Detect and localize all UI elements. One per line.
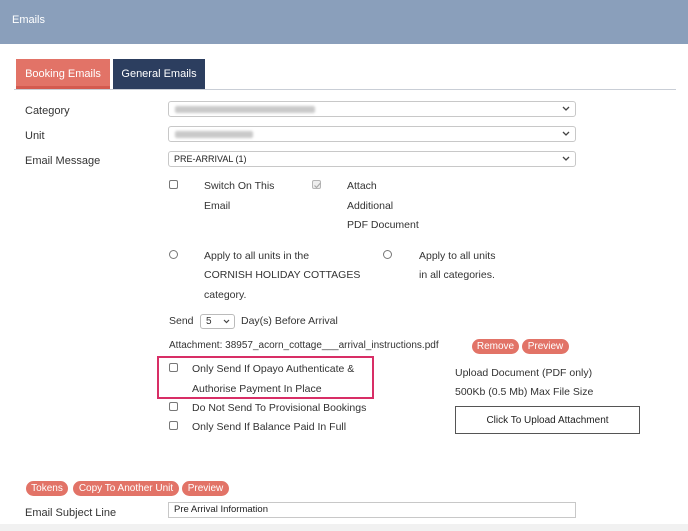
upload-title: Upload Document (PDF only) xyxy=(455,367,593,379)
tabs-divider xyxy=(14,89,676,90)
apply-category-label-2: CORNISH HOLIDAY COTTAGES xyxy=(204,269,361,281)
opayo-checkbox[interactable] xyxy=(169,363,178,372)
subject-value: Pre Arrival Information xyxy=(174,504,268,515)
bottom-divider xyxy=(0,524,688,531)
switch-on-checkbox[interactable] xyxy=(169,180,178,189)
balance-paid-checkbox[interactable] xyxy=(169,421,178,430)
category-select[interactable] xyxy=(168,101,576,117)
email-message-value: PRE-ARRIVAL (1) xyxy=(174,154,247,164)
opayo-label-2: Authorise Payment In Place xyxy=(192,383,322,395)
apply-category-label-3: category. xyxy=(204,289,247,301)
remove-attachment-button[interactable]: Remove xyxy=(472,339,519,354)
tab-general-emails[interactable]: General Emails xyxy=(113,59,205,89)
blurred-value xyxy=(175,131,253,138)
switch-on-label-2: Email xyxy=(204,200,231,212)
apply-all-radio[interactable] xyxy=(383,250,392,259)
apply-all-label-2: in all categories. xyxy=(419,269,495,281)
email-message-label: Email Message xyxy=(25,155,101,167)
no-provisional-label: Do Not Send To Provisional Bookings xyxy=(192,402,367,414)
balance-paid-label: Only Send If Balance Paid In Full xyxy=(192,421,347,433)
tokens-button[interactable]: Tokens xyxy=(26,481,68,496)
category-label: Category xyxy=(25,105,70,117)
attachment-filename: Attachment: 38957_acorn_cottage___arriva… xyxy=(169,340,439,351)
tab-booking-emails[interactable]: Booking Emails xyxy=(16,59,110,89)
apply-category-label-1: Apply to all units in the xyxy=(204,250,310,262)
apply-category-radio[interactable] xyxy=(169,250,178,259)
chevron-down-icon xyxy=(562,131,570,136)
upload-max-size: 500Kb (0.5 Mb) Max File Size xyxy=(455,386,594,398)
attach-label-1: Attach xyxy=(347,180,377,192)
check-icon xyxy=(314,182,321,189)
switch-on-label-1: Switch On This xyxy=(204,180,275,192)
opayo-label-1: Only Send If Opayo Authenticate & xyxy=(192,363,355,375)
send-days-select[interactable]: 5 xyxy=(200,314,235,329)
attach-label-3: PDF Document xyxy=(347,219,419,231)
chevron-down-icon xyxy=(562,156,570,161)
preview-email-button[interactable]: Preview xyxy=(182,481,229,496)
blurred-value xyxy=(175,106,315,113)
subject-input[interactable]: Pre Arrival Information xyxy=(168,502,576,518)
days-before-label: Day(s) Before Arrival xyxy=(241,315,338,327)
preview-attachment-button[interactable]: Preview xyxy=(522,339,569,354)
chevron-down-icon xyxy=(562,106,570,111)
attach-label-2: Additional xyxy=(347,200,394,212)
email-message-select[interactable]: PRE-ARRIVAL (1) xyxy=(168,151,576,167)
apply-all-label-1: Apply to all units xyxy=(419,250,496,262)
upload-attachment-button[interactable]: Click To Upload Attachment xyxy=(455,406,640,434)
page-header: Emails xyxy=(0,0,688,44)
unit-select[interactable] xyxy=(168,126,576,142)
attach-pdf-checkbox xyxy=(312,180,321,189)
unit-label: Unit xyxy=(25,130,45,142)
send-days-value: 5 xyxy=(206,316,212,327)
chevron-down-icon xyxy=(223,319,230,324)
send-label: Send xyxy=(169,315,194,327)
page-title: Emails xyxy=(12,14,46,26)
no-provisional-checkbox[interactable] xyxy=(169,402,178,411)
subject-label: Email Subject Line xyxy=(25,507,117,519)
copy-to-unit-button[interactable]: Copy To Another Unit xyxy=(73,481,179,496)
